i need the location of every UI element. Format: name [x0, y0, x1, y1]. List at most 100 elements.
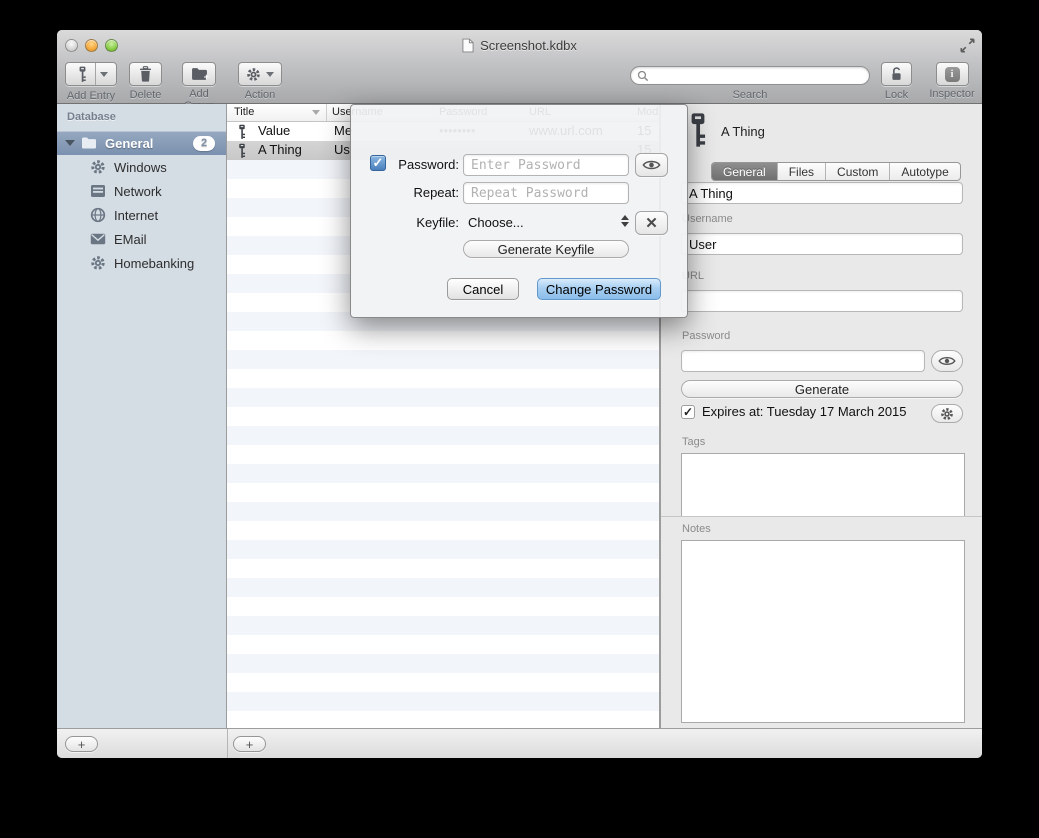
trash-icon: [139, 66, 152, 82]
key-icon: [237, 124, 247, 140]
folder-icon: [81, 135, 97, 151]
key-icon: [686, 112, 710, 149]
dialog-repeat-label: Repeat:: [389, 185, 459, 200]
add-entry-button[interactable]: [65, 62, 117, 86]
cancel-button[interactable]: Cancel: [447, 278, 519, 300]
envelope-icon: [90, 231, 106, 247]
clear-keyfile-button[interactable]: ✕: [635, 211, 668, 235]
url-field[interactable]: [681, 290, 963, 312]
generate-keyfile-button[interactable]: Generate Keyfile: [463, 240, 629, 258]
sidebar-item-windows[interactable]: Windows: [57, 155, 226, 179]
notes-textarea[interactable]: [681, 540, 965, 723]
chevron-down-icon: [266, 72, 274, 77]
gear-icon: [90, 159, 106, 175]
inspector-label: Inspector: [929, 88, 975, 100]
add-entry-label: Add Entry: [65, 90, 117, 102]
cell-title: A Thing: [258, 142, 302, 157]
search-label: Search: [630, 89, 870, 101]
eye-icon: [938, 355, 956, 367]
title-field[interactable]: [681, 182, 963, 204]
tab-autotype[interactable]: Autotype: [890, 163, 959, 180]
gear-icon: [940, 407, 954, 421]
sidebar-item-general[interactable]: General 2: [57, 131, 226, 155]
password-checkbox[interactable]: ✓: [370, 155, 386, 171]
info-icon: i: [945, 67, 960, 82]
document-icon: [462, 38, 474, 53]
gear-icon: [90, 255, 106, 271]
section-divider: [661, 516, 982, 517]
disclosure-triangle-icon[interactable]: [65, 140, 75, 146]
app-window: Screenshot.kdbx Add Entry: [57, 30, 982, 758]
chevron-down-icon: [100, 72, 108, 77]
sidebar-item-network[interactable]: Network: [57, 179, 226, 203]
dialog-repeat-input[interactable]: [463, 182, 629, 204]
sidebar-item-label: Windows: [114, 160, 167, 175]
tab-general[interactable]: General: [712, 163, 778, 180]
action-label: Action: [238, 89, 282, 101]
dialog-password-label: Password:: [389, 157, 459, 172]
action-button[interactable]: [238, 62, 282, 86]
toolbar: Add Entry Delete + Add Group: [57, 60, 982, 103]
bottom-bar: + +: [57, 728, 982, 758]
inspector-entry-title: A Thing: [721, 124, 765, 139]
server-icon: [90, 183, 106, 199]
search-field[interactable]: [630, 66, 870, 85]
sort-descending-icon: [312, 110, 320, 115]
delete-button[interactable]: [129, 62, 162, 86]
sidebar-item-email[interactable]: EMail: [57, 227, 226, 251]
sidebar-item-label: Internet: [114, 208, 158, 223]
globe-icon: [90, 207, 106, 223]
action-dropdown[interactable]: [266, 63, 279, 85]
dialog-show-password-button[interactable]: [635, 153, 668, 177]
fullscreen-icon[interactable]: [960, 38, 975, 53]
username-field[interactable]: [681, 233, 963, 255]
username-label: Username: [682, 213, 733, 225]
sidebar-item-label: General: [105, 136, 153, 151]
show-password-button[interactable]: [931, 350, 963, 372]
close-icon: ✕: [645, 216, 658, 231]
change-password-button[interactable]: Change Password: [537, 278, 661, 300]
sidebar: Database General 2 Windows Network Inter…: [57, 104, 227, 728]
sidebar-section-header: Database: [67, 111, 116, 123]
key-icon: [237, 143, 247, 159]
lock-button[interactable]: [881, 62, 912, 86]
dialog-keyfile-label: Keyfile:: [389, 215, 459, 230]
search-icon: [637, 70, 649, 82]
password-field[interactable]: [681, 350, 925, 372]
add-group-plus-button[interactable]: +: [65, 736, 98, 752]
dialog-password-input[interactable]: [463, 154, 629, 176]
inspector-button[interactable]: i: [936, 62, 969, 86]
add-entry-dropdown[interactable]: [96, 63, 112, 85]
cell-username: Us: [334, 142, 350, 157]
sidebar-item-homebanking[interactable]: Homebanking: [57, 251, 226, 275]
tags-label: Tags: [682, 436, 705, 448]
inspector-tabs: General Files Custom Autotype: [711, 162, 961, 181]
add-entry-plus-button[interactable]: +: [233, 736, 266, 752]
expires-checkbox[interactable]: ✓: [681, 405, 695, 419]
sidebar-item-internet[interactable]: Internet: [57, 203, 226, 227]
expiry-options-button[interactable]: [931, 404, 963, 423]
add-group-button[interactable]: +: [182, 62, 216, 86]
sidebar-item-label: Network: [114, 184, 162, 199]
inspector-panel: A Thing General Files Custom Autotype Us…: [660, 104, 982, 728]
gear-icon: [241, 63, 266, 85]
password-label: Password: [682, 330, 730, 342]
window-title: Screenshot.kdbx: [480, 38, 577, 53]
entry-count-badge: 2: [193, 136, 215, 151]
tab-files[interactable]: Files: [778, 163, 826, 180]
sidebar-item-label: Homebanking: [114, 256, 194, 271]
generate-password-button[interactable]: Generate: [681, 380, 963, 398]
delete-label: Delete: [129, 89, 162, 101]
tags-textarea[interactable]: [681, 453, 965, 516]
popup-stepper-icon[interactable]: [621, 215, 629, 227]
keyfile-popup-button[interactable]: Choose...: [468, 215, 524, 230]
column-title[interactable]: Title: [234, 106, 254, 118]
lock-open-icon: [889, 66, 904, 82]
tab-custom[interactable]: Custom: [826, 163, 890, 180]
window-chrome: Screenshot.kdbx Add Entry: [57, 30, 982, 104]
lock-label: Lock: [881, 89, 912, 101]
expires-label: Expires at: Tuesday 17 March 2015: [702, 404, 907, 419]
notes-label: Notes: [682, 523, 711, 535]
search-input[interactable]: [653, 69, 863, 83]
titlebar[interactable]: Screenshot.kdbx: [57, 30, 982, 60]
